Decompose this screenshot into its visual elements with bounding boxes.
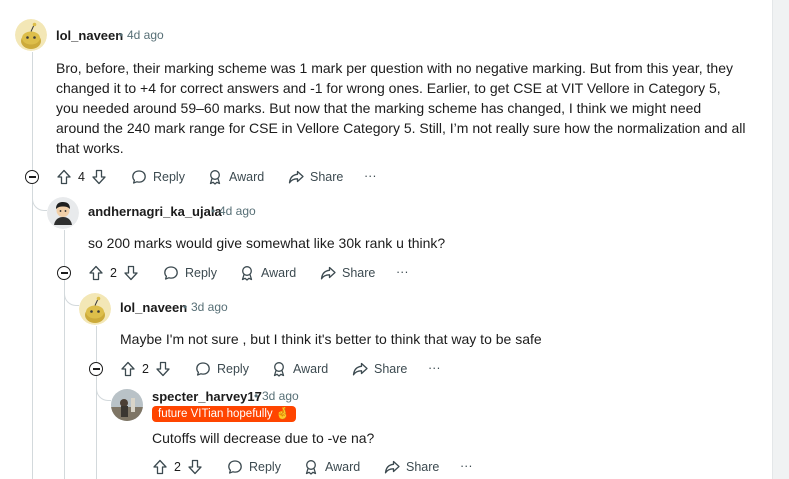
award-button[interactable]: Award bbox=[239, 265, 296, 281]
collapse-button[interactable] bbox=[25, 170, 39, 184]
comment-timestamp[interactable]: 3d ago bbox=[262, 389, 299, 403]
reply-icon bbox=[132, 170, 146, 184]
user-photo-avatar-icon bbox=[111, 389, 143, 421]
upvote-icon[interactable] bbox=[120, 361, 136, 377]
comment-body: so 200 marks would give somewhat like 30… bbox=[88, 235, 446, 251]
more-options-button[interactable]: ··· bbox=[428, 361, 441, 375]
separator-dot: • bbox=[183, 300, 188, 314]
avatar[interactable] bbox=[15, 19, 47, 51]
comment-username[interactable]: lol_naveen bbox=[56, 28, 123, 43]
snoo-avatar-icon bbox=[79, 293, 111, 325]
share-icon bbox=[352, 362, 368, 376]
award-button[interactable]: Award bbox=[271, 361, 328, 377]
award-button[interactable]: Award bbox=[303, 459, 360, 475]
reply-button[interactable]: Reply bbox=[195, 361, 249, 377]
share-button[interactable]: Share bbox=[352, 361, 407, 377]
comment-body: Cutoffs will decrease due to -ve na? bbox=[152, 430, 375, 446]
share-label: Share bbox=[406, 460, 440, 474]
award-label: Award bbox=[261, 266, 297, 280]
award-label: Award bbox=[293, 362, 329, 376]
share-label: Share bbox=[374, 362, 408, 376]
collapse-button[interactable] bbox=[57, 266, 71, 280]
reply-button[interactable]: Reply bbox=[131, 169, 185, 185]
reply-label: Reply bbox=[249, 460, 281, 474]
vote-count: 2 bbox=[142, 362, 149, 376]
comment-username[interactable]: lol_naveen bbox=[120, 300, 187, 315]
share-icon bbox=[384, 460, 400, 474]
more-icon: ··· bbox=[460, 459, 473, 473]
downvote-icon[interactable] bbox=[155, 361, 171, 377]
comment-timestamp[interactable]: 3d ago bbox=[191, 300, 228, 314]
more-options-button[interactable]: ··· bbox=[460, 459, 473, 473]
share-button[interactable]: Share bbox=[320, 265, 375, 281]
vote-count: 2 bbox=[174, 460, 181, 474]
vote-count: 4 bbox=[78, 170, 85, 184]
thread-elbow bbox=[96, 380, 111, 401]
downvote-icon[interactable] bbox=[187, 459, 203, 475]
award-icon bbox=[241, 266, 253, 281]
comment-username[interactable]: specter_harvey17 bbox=[152, 389, 262, 404]
thread-elbow bbox=[32, 190, 47, 211]
vote-group: 2 bbox=[152, 459, 203, 475]
reply-label: Reply bbox=[153, 170, 185, 184]
avatar[interactable] bbox=[79, 293, 111, 325]
vote-group: 4 bbox=[56, 169, 107, 185]
separator-dot: • bbox=[211, 204, 216, 218]
reply-button[interactable]: Reply bbox=[227, 459, 281, 475]
comment-body: Maybe I'm not sure , but I think it's be… bbox=[120, 331, 542, 347]
more-options-button[interactable]: ··· bbox=[396, 265, 409, 279]
comment-body: Bro, before, their marking scheme was 1 … bbox=[56, 60, 746, 156]
share-icon bbox=[320, 266, 336, 280]
avatar[interactable] bbox=[111, 389, 143, 421]
vote-group: 2 bbox=[88, 265, 139, 281]
award-label: Award bbox=[229, 170, 265, 184]
reply-label: Reply bbox=[217, 362, 249, 376]
comment-timestamp[interactable]: 4d ago bbox=[127, 28, 164, 42]
scrollbar[interactable] bbox=[772, 0, 789, 479]
award-button[interactable]: Award bbox=[207, 169, 264, 185]
thread-elbow bbox=[64, 285, 79, 306]
reply-icon bbox=[196, 362, 210, 376]
comment-username[interactable]: andhernagri_ka_ujala bbox=[88, 204, 222, 219]
share-button[interactable]: Share bbox=[288, 169, 343, 185]
award-icon bbox=[305, 460, 317, 475]
user-avatar-icon bbox=[47, 197, 79, 229]
reply-icon bbox=[228, 460, 242, 474]
more-icon: ··· bbox=[396, 265, 409, 279]
more-icon: ··· bbox=[364, 169, 377, 183]
award-label: Award bbox=[325, 460, 361, 474]
more-icon: ··· bbox=[428, 361, 441, 375]
comment-timestamp[interactable]: 4d ago bbox=[219, 204, 256, 218]
upvote-icon[interactable] bbox=[88, 265, 104, 281]
vote-group: 2 bbox=[120, 361, 171, 377]
separator-dot: • bbox=[254, 389, 259, 403]
upvote-icon[interactable] bbox=[152, 459, 168, 475]
share-label: Share bbox=[342, 266, 376, 280]
more-options-button[interactable]: ··· bbox=[364, 169, 377, 183]
separator-dot: • bbox=[119, 28, 124, 42]
user-flair: future VITian hopefully 🤞 bbox=[152, 406, 297, 422]
thread-line-root bbox=[32, 52, 33, 479]
award-icon bbox=[273, 362, 285, 377]
downvote-icon[interactable] bbox=[123, 265, 139, 281]
award-icon bbox=[209, 170, 221, 185]
reply-icon bbox=[164, 266, 178, 280]
share-icon bbox=[288, 170, 304, 184]
thread-line-level2 bbox=[96, 326, 97, 479]
reply-label: Reply bbox=[185, 266, 217, 280]
snoo-avatar-icon bbox=[15, 19, 47, 51]
reply-button[interactable]: Reply bbox=[163, 265, 217, 281]
upvote-icon[interactable] bbox=[56, 169, 72, 185]
avatar[interactable] bbox=[47, 197, 79, 229]
downvote-icon[interactable] bbox=[91, 169, 107, 185]
share-button[interactable]: Share bbox=[384, 459, 439, 475]
collapse-button[interactable] bbox=[89, 362, 103, 376]
vote-count: 2 bbox=[110, 266, 117, 280]
share-label: Share bbox=[310, 170, 344, 184]
